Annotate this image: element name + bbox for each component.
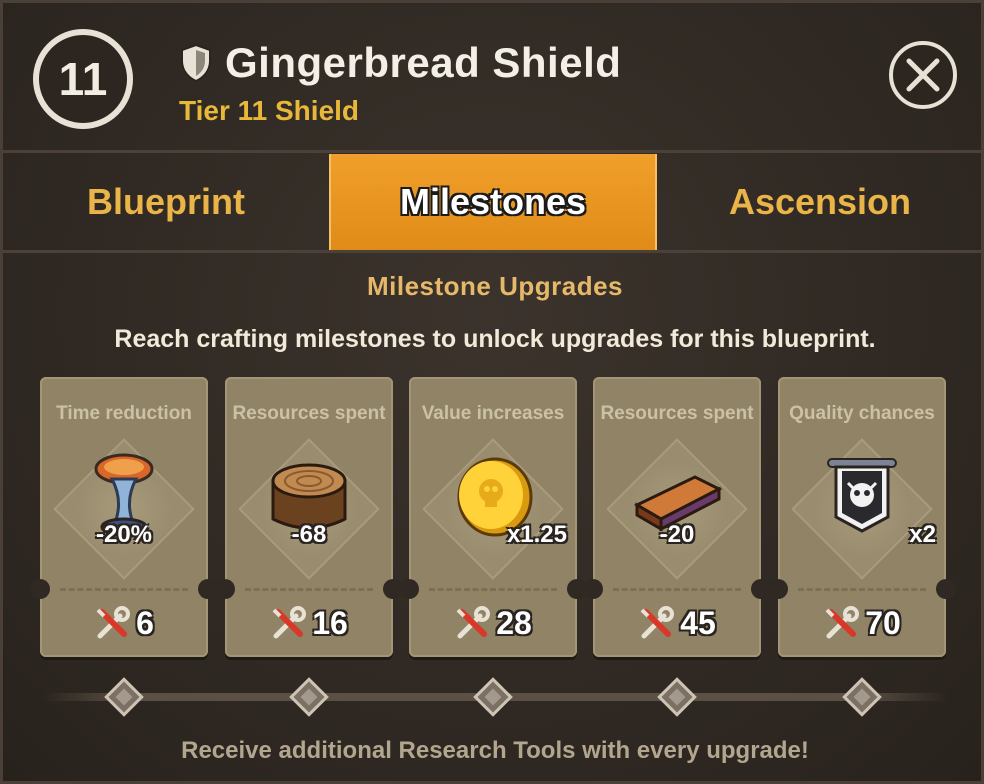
research-tools-icon <box>825 605 860 638</box>
milestone-card-3[interactable]: Value increases x1.25 28 <box>399 377 587 657</box>
research-tools-icon <box>96 605 131 638</box>
milestone-node-2 <box>289 677 329 717</box>
level-badge: 11 <box>33 29 133 129</box>
skull-banner-icon <box>827 458 897 533</box>
milestone-value: -20 <box>659 521 695 548</box>
milestone-label: Value increases <box>421 403 565 424</box>
title-row: Gingerbread Shield <box>179 39 621 87</box>
milestone-label: Quality chances <box>789 403 935 424</box>
milestone-value: -20% <box>95 521 153 548</box>
research-tools-icon <box>272 605 307 638</box>
section-title: Milestone Upgrades <box>366 271 624 301</box>
milestone-node-4 <box>657 677 697 717</box>
milestone-value: -68 <box>291 521 327 548</box>
card-divider <box>245 588 373 591</box>
tab-ascension[interactable]: Ascension <box>657 154 983 250</box>
notch <box>583 579 603 599</box>
milestone-cost: 6 <box>40 605 208 642</box>
close-button[interactable] <box>889 41 957 109</box>
notch <box>215 579 235 599</box>
milestone-node-1 <box>104 677 144 717</box>
milestone-value: x1.25 <box>506 521 567 548</box>
milestone-node-3 <box>473 677 513 717</box>
card-divider <box>60 588 188 591</box>
milestone-card-4[interactable]: Resources spent -20 45 <box>583 377 771 657</box>
notch <box>399 579 419 599</box>
tabs-divider-top <box>3 150 984 153</box>
milestone-node-5 <box>842 677 882 717</box>
notch <box>936 579 956 599</box>
tab-blueprint[interactable]: Blueprint <box>3 154 329 250</box>
milestone-card-5[interactable]: Quality chances x2 70 <box>768 377 956 657</box>
milestone-cost: 70 <box>778 605 946 642</box>
card-divider <box>798 588 926 591</box>
milestone-cost: 45 <box>593 605 761 642</box>
section-description: Reach crafting milestones to unlock upgr… <box>114 325 876 353</box>
tab-milestones[interactable]: Milestones <box>329 154 657 250</box>
milestone-card-2[interactable]: Resources spent -68 16 <box>215 377 403 657</box>
research-tools-icon <box>640 605 675 638</box>
card-divider <box>613 588 741 591</box>
cost-amount: 16 <box>312 605 348 641</box>
milestone-label: Resources spent <box>232 403 386 424</box>
research-tools-icon <box>456 605 491 638</box>
tabs-divider-bottom <box>3 250 984 253</box>
milestone-card-1[interactable]: Time reduction -20% 6 <box>30 377 218 657</box>
milestone-label: Resources spent <box>600 403 754 424</box>
cost-amount: 6 <box>136 605 154 641</box>
milestone-dialog: 11 Gingerbread Shield Tier 11 Shield Blu… <box>0 0 984 784</box>
milestone-cost: 16 <box>225 605 393 642</box>
cost-amount: 45 <box>680 605 716 641</box>
shield-icon <box>181 43 211 83</box>
cost-amount: 28 <box>496 605 532 641</box>
milestone-value: x2 <box>909 521 936 548</box>
notch <box>768 579 788 599</box>
cost-amount: 70 <box>865 605 901 641</box>
milestone-cost: 28 <box>409 605 577 642</box>
notch <box>30 579 50 599</box>
footer-note: Receive additional Research Tools with e… <box>181 737 809 764</box>
milestone-label: Time reduction <box>56 403 192 424</box>
card-divider <box>429 588 557 591</box>
item-tier: Tier 11 Shield <box>179 95 360 126</box>
level-number: 11 <box>58 53 108 105</box>
close-icon <box>906 58 940 92</box>
item-title: Gingerbread Shield <box>225 39 622 86</box>
